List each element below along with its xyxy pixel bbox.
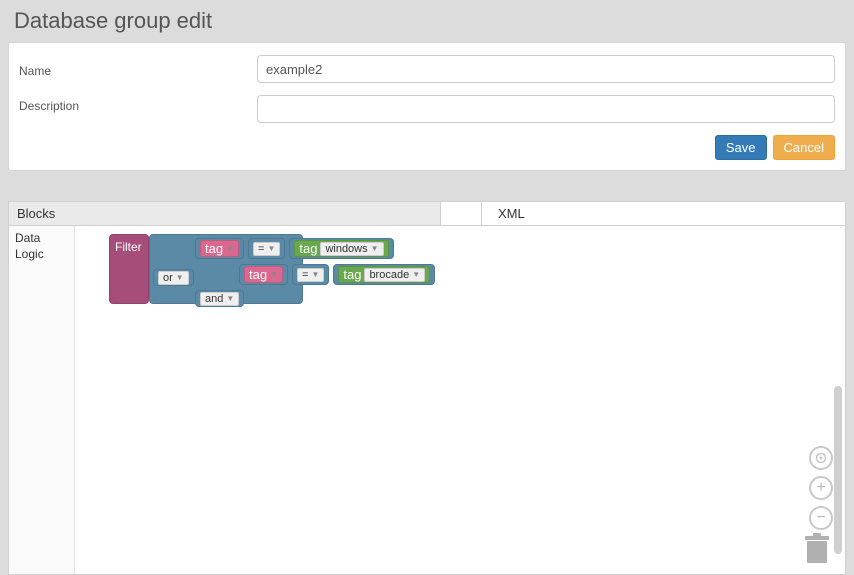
tag-value-prefix: tag [343,267,361,282]
toolbox-category-logic[interactable]: Logic [15,246,68,262]
and-label: and [205,293,223,305]
tab-blocks[interactable]: Blocks [9,202,441,225]
form-panel: Name Description Save Cancel [8,42,846,171]
compare-block[interactable]: = ▼ [292,264,329,285]
chevron-down-icon: ▼ [311,270,319,279]
equals-label: = [258,243,264,255]
tag-field-block[interactable]: tag ▼ [200,240,239,257]
name-label: Name [19,60,247,78]
toolbox: Data Logic [9,226,75,574]
chevron-down-icon: ▼ [176,273,184,282]
condition-row-2[interactable]: tag ▼ = ▼ tag brocade ▼ [239,264,435,285]
page-title: Database group edit [0,0,854,42]
condition-row-1[interactable]: tag ▼ = ▼ tag windows ▼ [195,238,394,259]
tag-field-label: tag [249,267,267,282]
tag-value-block[interactable]: tag windows ▼ [294,240,388,257]
equals-label: = [302,269,308,281]
form-actions: Save Cancel [9,129,845,162]
save-button[interactable]: Save [715,135,767,160]
tabs: Blocks XML [9,202,845,226]
chevron-down-icon: ▼ [226,244,234,253]
tag-value-prefix: tag [299,241,317,256]
chevron-down-icon: ▼ [412,270,420,279]
trash-icon[interactable] [803,533,831,568]
tag-field-block[interactable]: tag ▼ [244,266,283,283]
chevron-down-icon: ▼ [267,244,275,253]
tab-xml[interactable]: XML [482,202,845,225]
cancel-button[interactable]: Cancel [773,135,835,160]
and-selector[interactable]: and▼ [195,290,244,307]
tag-value-2: brocade [369,269,409,281]
workspace: Data Logic Filter or▼ and▼ tag ▼ [9,226,845,574]
description-input[interactable] [257,95,835,123]
tag-value-1: windows [325,243,367,255]
zoom-controls: + − [809,446,833,530]
filter-block[interactable]: Filter [109,234,149,304]
center-button[interactable] [809,446,833,470]
tag-value-block[interactable]: tag brocade ▼ [338,266,430,283]
tag-field-label: tag [205,241,223,256]
toolbox-category-data[interactable]: Data [15,230,68,246]
compare-block[interactable]: = ▼ [248,238,285,259]
name-input[interactable] [257,55,835,83]
editor: Blocks XML Data Logic Filter or▼ and▼ [8,201,846,575]
chevron-down-icon: ▼ [270,270,278,279]
zoom-out-button[interactable]: − [809,506,833,530]
chevron-down-icon: ▼ [371,244,379,253]
or-selector[interactable]: or▼ [153,269,194,286]
or-label: or [163,272,173,284]
filter-block-label: Filter [115,240,142,254]
tab-spacer [441,202,482,225]
chevron-down-icon: ▼ [226,294,234,303]
canvas[interactable]: Filter or▼ and▼ tag ▼ = [75,226,845,574]
name-row: Name [9,49,845,89]
zoom-in-button[interactable]: + [809,476,833,500]
scrollbar[interactable] [834,386,842,554]
description-row: Description [9,89,845,129]
description-label: Description [19,95,247,113]
